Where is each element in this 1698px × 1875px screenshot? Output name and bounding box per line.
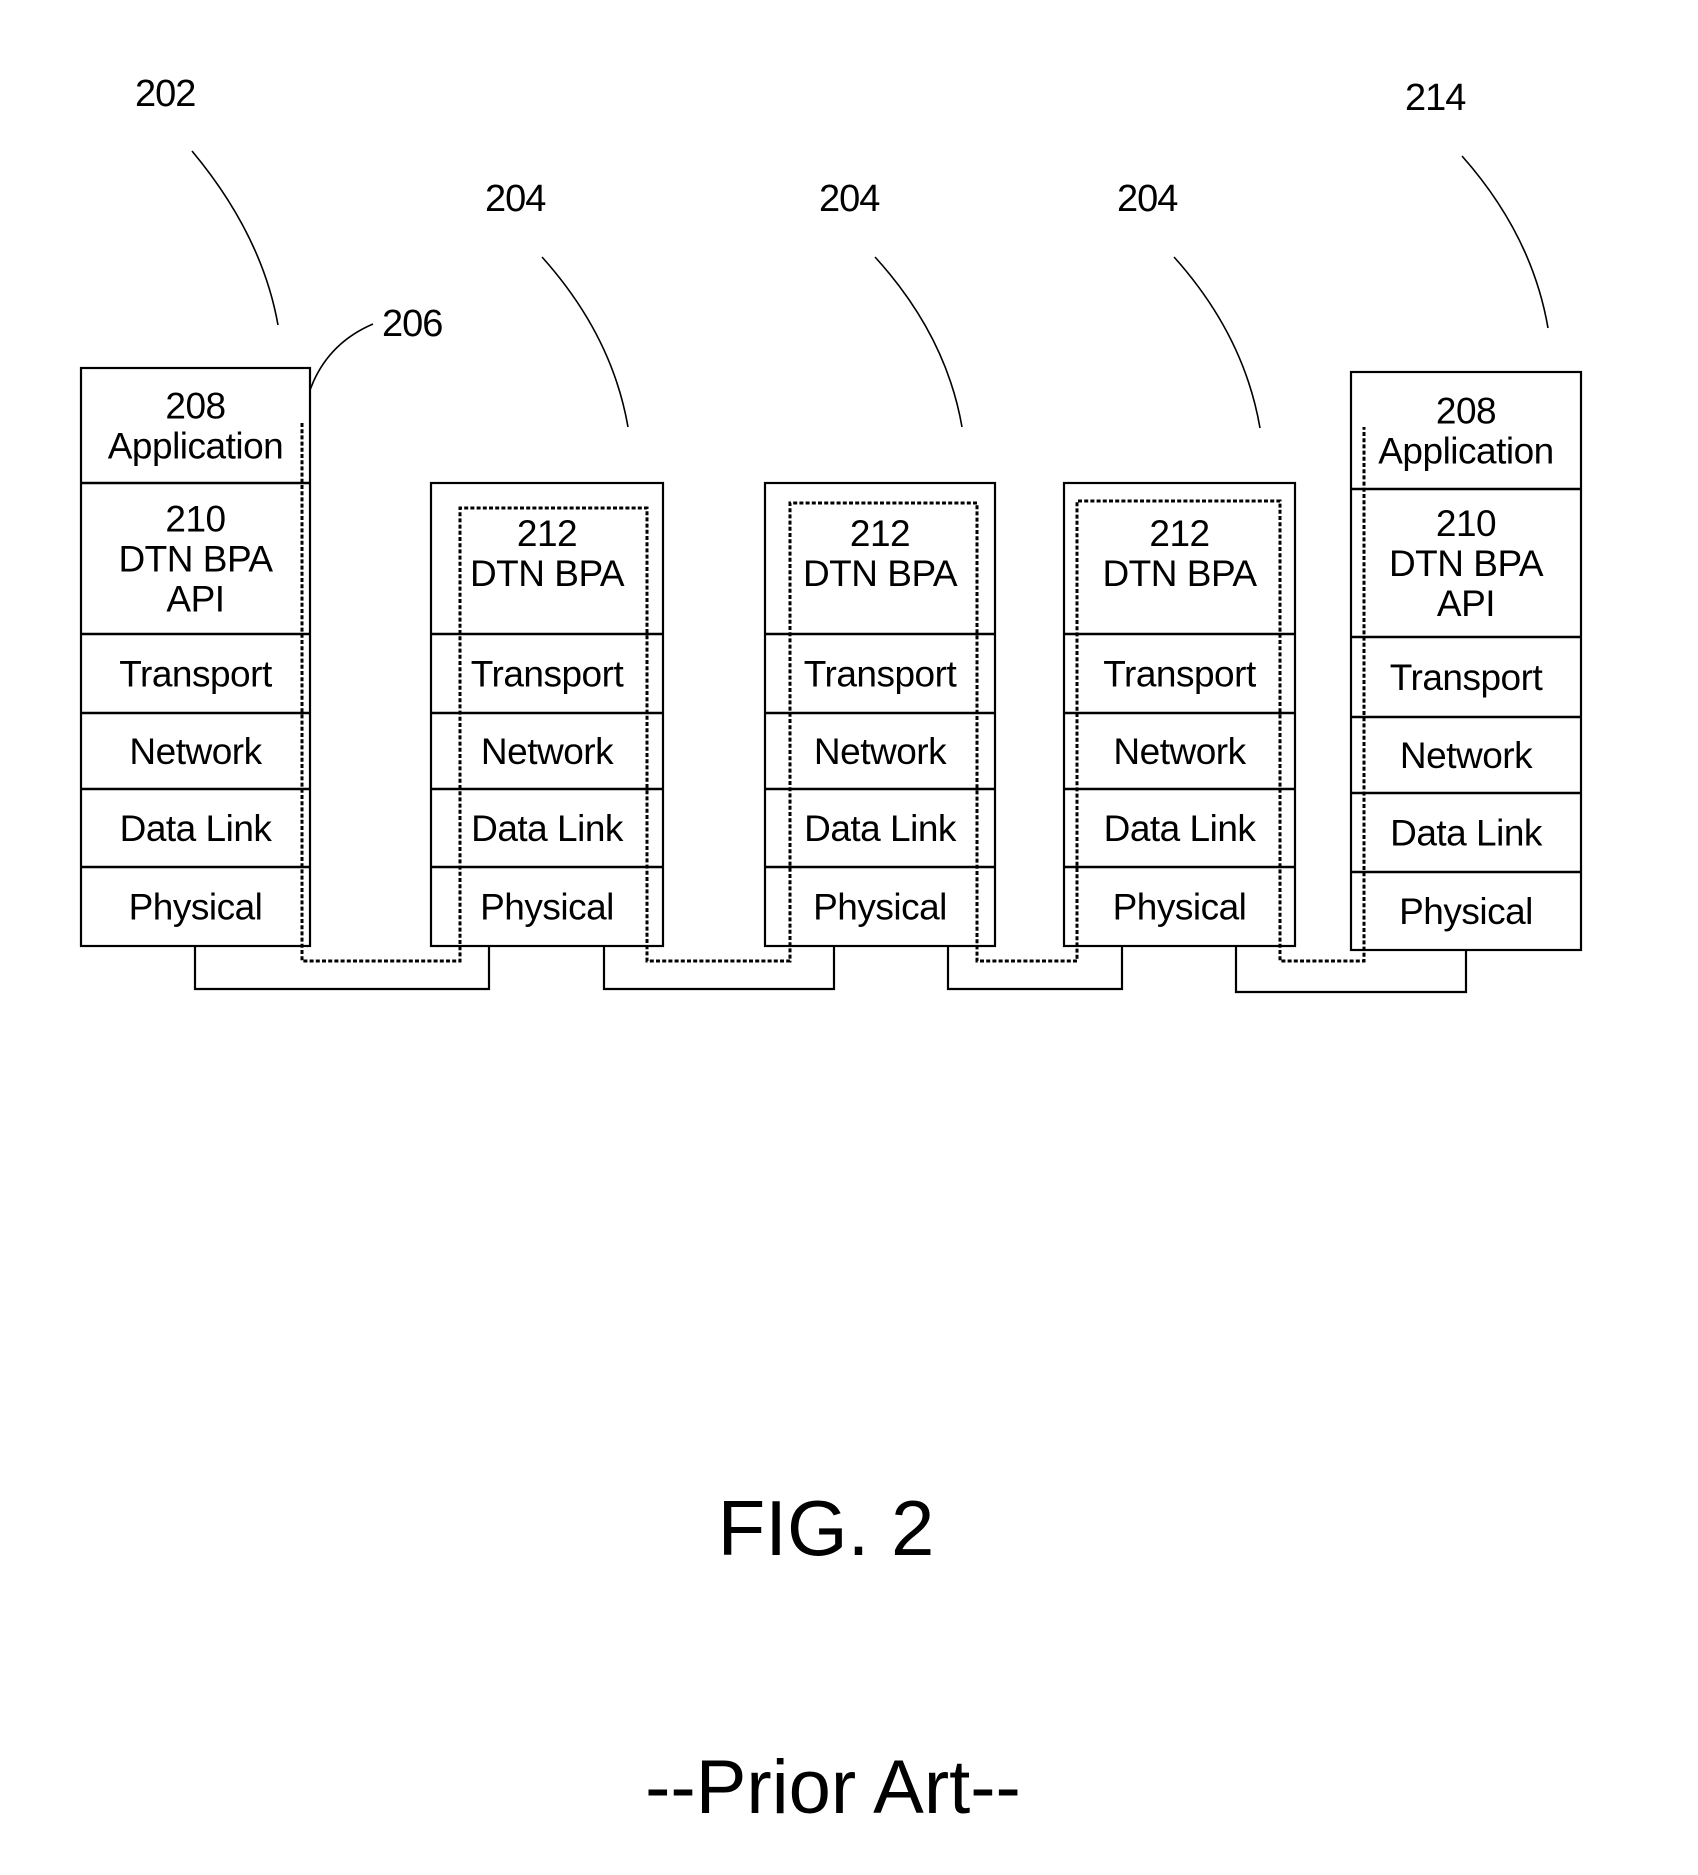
layer-label: Data Link (471, 808, 624, 849)
leader-line-214 (1461, 155, 1549, 329)
layer-label: DTN BPA (1102, 553, 1257, 594)
physical-link-1 (193, 946, 491, 991)
physical-link-4 (1234, 946, 1468, 994)
layer-label: 208 (1436, 391, 1496, 432)
layer-label: DTN BPA (1389, 543, 1544, 584)
layer-label: API (166, 579, 224, 620)
physical-link-3 (946, 946, 1124, 991)
leader-line-206 (301, 323, 374, 424)
layer-label: Data Link (1104, 808, 1257, 849)
layer-label: 208 (165, 386, 225, 427)
ref-label-206: 206 (382, 303, 442, 345)
protocol-stacks: 208Application210DTN BPAAPITransportNetw… (79, 366, 1583, 952)
leader-line-204-b (874, 256, 963, 428)
layer-label: Physical (129, 887, 263, 928)
layer-label: Network (814, 731, 947, 772)
layer-label: Data Link (1390, 813, 1543, 854)
layer-label: Network (129, 731, 262, 772)
layer-label: DTN BPA (470, 553, 625, 594)
physical-link-2 (602, 946, 836, 991)
layer-label: Network (1113, 731, 1246, 772)
layer-label: 210 (165, 499, 225, 540)
layer-label: Physical (1113, 887, 1247, 928)
layer-label: Transport (804, 654, 958, 695)
stack-intermediate-node-2: 212DTN BPA Transport Network Data Link Physi… (763, 481, 997, 948)
layer-label: Physical (1399, 891, 1533, 932)
layer-label: Data Link (804, 808, 957, 849)
layer-label: Application (1378, 431, 1554, 472)
figure-subtitle: --Prior Art-- (645, 1745, 1021, 1830)
layer-label: DTN BPA (803, 553, 958, 594)
layer-label: Data Link (120, 808, 273, 849)
leader-line-204-c (1173, 256, 1261, 429)
stack-destination-node: 208Application 210DTN BPAAPI Transport Netw… (1349, 370, 1583, 952)
ref-label-204-a: 204 (485, 178, 546, 220)
layer-label: Physical (813, 887, 947, 928)
layer-label: DTN BPA (118, 539, 273, 580)
leader-line-204-a (541, 256, 629, 428)
layer-label: Transport (1103, 654, 1257, 695)
layer-label: Network (1400, 735, 1533, 776)
layer-label: Physical (480, 887, 614, 928)
layer-label: API (1437, 583, 1495, 624)
layer-label: Transport (119, 654, 273, 695)
ref-label-204-c: 204 (1117, 178, 1178, 220)
stack-source-node: 208Application 210DTN BPAAPI Transport Netw… (79, 366, 312, 948)
ref-label-204-b: 204 (819, 178, 880, 220)
ref-label-202: 202 (135, 73, 195, 115)
ref-label-214: 214 (1405, 77, 1466, 119)
layer-label: 210 (1436, 503, 1496, 544)
layer-label: Network (481, 731, 614, 772)
layer-label: Application (108, 426, 284, 467)
layer-label: Transport (471, 654, 625, 695)
layer-label: 212 (850, 513, 910, 554)
layer-label: 212 (517, 513, 577, 554)
stack-intermediate-node-1: 212DTN BPA Transport Network Data Link Physi… (429, 481, 665, 948)
layer-label: Transport (1390, 657, 1544, 698)
leader-line-202 (191, 150, 279, 326)
stack-intermediate-node-3: 212DTN BPA Transport Network Data Link Physi… (1062, 481, 1297, 948)
figure-title: FIG. 2 (718, 1484, 935, 1572)
protocol-stack-diagram: 202 204 204 204 206 214 208Application21… (79, 73, 1583, 1830)
layer-label: 212 (1149, 513, 1209, 554)
